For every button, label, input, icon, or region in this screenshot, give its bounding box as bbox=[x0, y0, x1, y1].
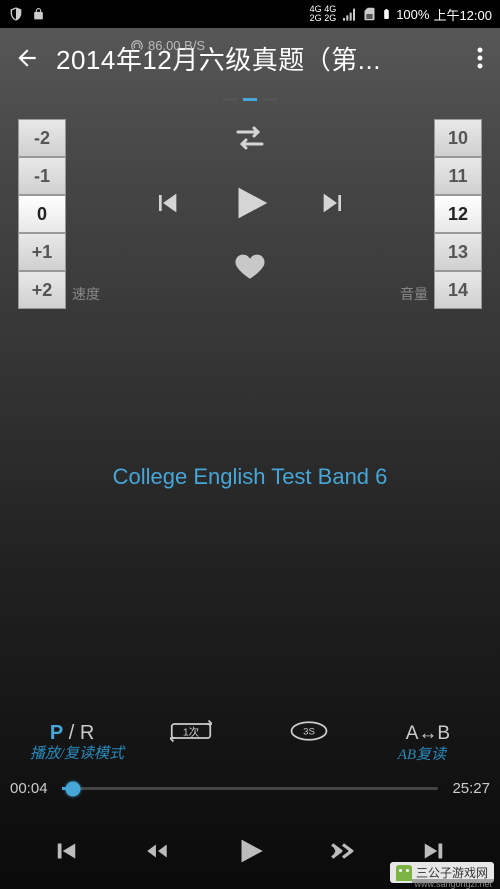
sim-icon bbox=[362, 5, 377, 23]
volume-dial[interactable]: 10 11 12 13 14 bbox=[434, 119, 482, 309]
network-speed-overlay: 86.00 B/S bbox=[130, 38, 205, 53]
svg-text:1次: 1次 bbox=[183, 725, 200, 738]
speed-item[interactable]: +2 bbox=[18, 271, 66, 309]
status-left bbox=[8, 5, 45, 23]
status-bar: 4G 4G 2G 2G 100% 上午12:00 bbox=[0, 0, 500, 28]
mode-r-label: R bbox=[80, 722, 94, 744]
play-repeat-mode-button[interactable]: P / R 播放/复读模式 bbox=[50, 722, 94, 745]
next-track-button[interactable] bbox=[317, 187, 349, 219]
battery-pct: 100% bbox=[396, 7, 429, 22]
android-icon bbox=[396, 865, 412, 881]
shuffle-icon[interactable] bbox=[234, 124, 266, 152]
volume-item[interactable]: 14 bbox=[434, 271, 482, 309]
current-time: 00:04 bbox=[10, 780, 54, 797]
speed-item[interactable]: 0 bbox=[18, 195, 66, 233]
total-time: 25:27 bbox=[446, 780, 490, 797]
watermark-url: www.sangongzi.net bbox=[412, 879, 494, 889]
play-repeat-annotation: 播放/复读模式 bbox=[30, 742, 124, 763]
status-right: 4G 4G 2G 2G 100% 上午12:00 bbox=[310, 5, 492, 24]
svg-text:3S: 3S bbox=[303, 727, 315, 738]
speed-item[interactable]: +1 bbox=[18, 233, 66, 271]
volume-item[interactable]: 12 bbox=[434, 195, 482, 233]
volume-item[interactable]: 11 bbox=[434, 157, 482, 195]
battery-icon bbox=[381, 5, 392, 23]
play-button-bottom[interactable] bbox=[230, 831, 270, 871]
repeat-count-button[interactable]: 1次 bbox=[170, 720, 212, 747]
prev-track-button[interactable] bbox=[151, 187, 183, 219]
speed-dial[interactable]: -2 -1 0 +1 +2 bbox=[18, 119, 66, 309]
progress-bar[interactable] bbox=[62, 787, 438, 790]
mode-p-label: P bbox=[50, 722, 63, 744]
ab-repeat-button[interactable]: A↔B AB复读 bbox=[406, 723, 450, 745]
volume-label: 音量 bbox=[400, 284, 428, 304]
transcript-line: College English Test Band 6 bbox=[0, 464, 500, 490]
speed-item[interactable]: -2 bbox=[18, 119, 66, 157]
ab-label: A↔B bbox=[406, 723, 450, 745]
signal-icon bbox=[340, 6, 358, 22]
net-2g-label: 2G bbox=[310, 13, 322, 23]
progress-thumb[interactable] bbox=[66, 781, 81, 796]
back-button[interactable] bbox=[12, 43, 42, 73]
net-2g-sub: 2G bbox=[324, 13, 336, 23]
favorite-button[interactable] bbox=[231, 249, 269, 283]
network-type: 4G 4G 2G 2G bbox=[310, 5, 337, 23]
broadcast-icon bbox=[130, 39, 144, 53]
progress-row: 00:04 25:27 bbox=[0, 780, 500, 797]
mode-row: P / R 播放/复读模式 1次 3S A↔B AB复读 bbox=[0, 720, 500, 747]
more-button[interactable] bbox=[468, 40, 492, 76]
volume-item[interactable]: 13 bbox=[434, 233, 482, 271]
controls-area: -2 -1 0 +1 +2 速度 10 11 12 13 14 音量 bbox=[0, 119, 500, 314]
speed-label: 速度 bbox=[72, 284, 100, 304]
play-button[interactable] bbox=[227, 180, 273, 226]
lock-icon bbox=[32, 6, 45, 22]
volume-item[interactable]: 10 bbox=[434, 119, 482, 157]
interval-icon: 3S bbox=[288, 720, 330, 742]
page-dot-3[interactable] bbox=[263, 98, 277, 101]
network-speed-value: 86.00 B/S bbox=[148, 38, 205, 53]
rewind-button[interactable] bbox=[137, 831, 177, 871]
interval-button[interactable]: 3S bbox=[288, 720, 330, 747]
repeat-count-icon: 1次 bbox=[170, 720, 212, 742]
center-controls bbox=[66, 119, 434, 283]
speed-item[interactable]: -1 bbox=[18, 157, 66, 195]
mode-slash: / bbox=[63, 722, 80, 744]
page-title: 2014年12月六级真题（第... bbox=[56, 40, 454, 77]
shield-icon bbox=[8, 5, 24, 23]
prev-section-button[interactable] bbox=[44, 831, 84, 871]
page-dot-2[interactable] bbox=[243, 98, 257, 101]
ab-annotation: AB复读 bbox=[398, 743, 446, 764]
playback-row bbox=[151, 180, 349, 226]
page-indicator bbox=[0, 98, 500, 101]
clock-time: 上午12:00 bbox=[433, 5, 492, 24]
forward-button[interactable] bbox=[323, 831, 363, 871]
page-dot-1[interactable] bbox=[223, 98, 237, 101]
header: 2014年12月六级真题（第... bbox=[0, 28, 500, 88]
